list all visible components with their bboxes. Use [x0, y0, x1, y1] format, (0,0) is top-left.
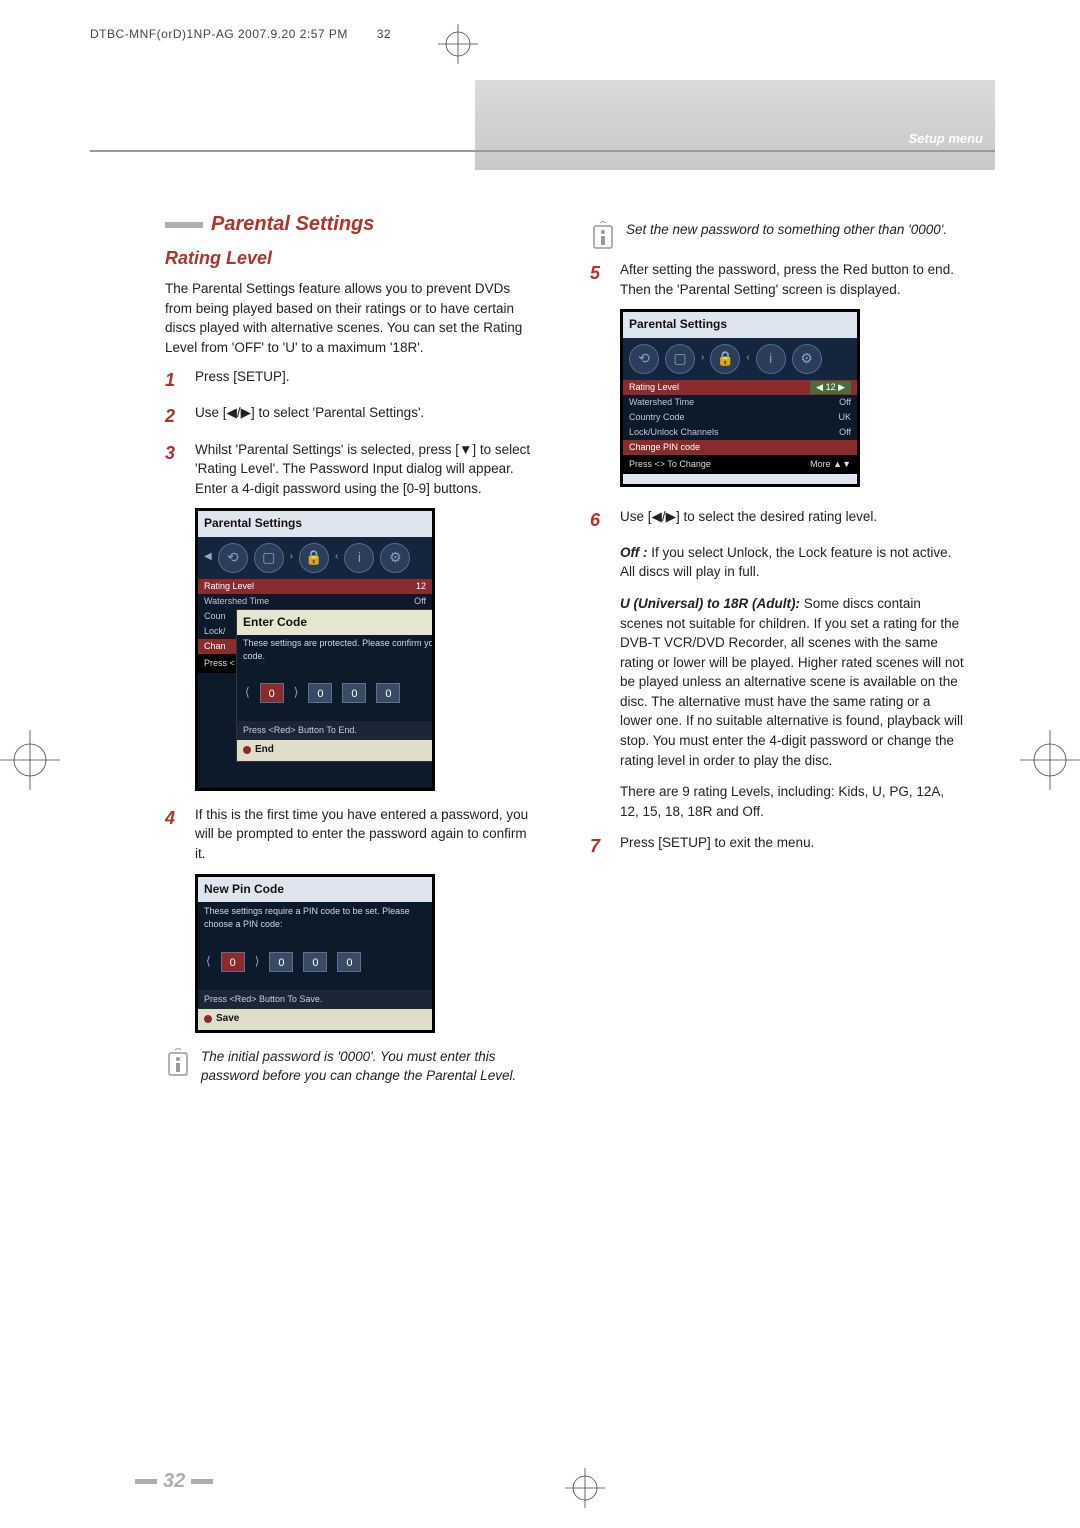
ss-more-bar: Press <> To ChangeMore ▲▼ — [623, 455, 857, 474]
u18r-body: Some discs contain scenes not suitable f… — [620, 596, 964, 768]
step-1-number: 1 — [165, 367, 183, 393]
pin-digit-4: 0 — [376, 683, 400, 703]
newpin-message: These settings require a PIN code to be … — [198, 902, 432, 934]
u18r-label: U (Universal) to 18R (Adult): — [620, 596, 800, 611]
ss-title-newpin: New Pin Code — [198, 877, 432, 902]
crop-mark-bottom — [565, 1468, 605, 1508]
step-3-body: Whilst 'Parental Settings' is selected, … — [195, 440, 540, 499]
page-number: 32 — [135, 1470, 213, 1493]
pin-digit-3: 0 — [303, 952, 327, 972]
note-initial-password: The initial password is '0000'. You must… — [165, 1047, 540, 1086]
step-7-body: Press [SETUP] to exit the menu. — [620, 833, 965, 859]
chevron-left-icon: ‹ — [335, 550, 338, 565]
chevron-right-icon: › — [701, 351, 704, 366]
red-dot-icon — [204, 1015, 212, 1023]
step-1-body: Press [SETUP]. — [195, 367, 540, 393]
chevron-right-icon: › — [290, 550, 293, 565]
tuning-icon: ⟲ — [629, 344, 659, 374]
chevron-left-icon: ◀ — [204, 550, 212, 565]
rating-levels-list: There are 9 rating Levels, including: Ki… — [620, 782, 965, 821]
u18r-description: U (Universal) to 18R (Adult): Some discs… — [620, 594, 965, 770]
screenshot-parental-list: Parental Settings ⟲ ▢ › 🔒 ‹ i ⚙ Rating L… — [620, 309, 860, 487]
lock-icon: 🔒 — [299, 543, 329, 573]
crop-mark-right — [1020, 730, 1080, 790]
info-icon: i — [344, 543, 374, 573]
step-7-number: 7 — [590, 833, 608, 859]
pin-digit-2: 0 — [269, 952, 293, 972]
ss-row-changepin-2: Change PIN code — [623, 440, 857, 455]
tuning-icon: ⟲ — [218, 543, 248, 573]
pin-digit-3: 0 — [342, 683, 366, 703]
heading-dash-icon — [165, 222, 203, 228]
off-label: Off : — [620, 545, 648, 560]
ss-title-parental-2: Parental Settings — [623, 312, 857, 337]
header-rule — [90, 150, 995, 152]
note-new-password: Set the new password to something other … — [590, 220, 965, 250]
pin-digit-1: 0 — [260, 683, 284, 703]
page-number-bar-icon — [135, 1479, 157, 1484]
note-2-body: Set the new password to something other … — [626, 220, 947, 250]
screen-icon: ▢ — [665, 344, 695, 374]
ss-row-watershed-2: Watershed TimeOff — [623, 395, 857, 410]
page-number-bar-icon — [191, 1479, 213, 1484]
chevron-left-icon: ⟨ — [245, 684, 250, 701]
modal-title: Enter Code — [237, 610, 435, 635]
chevron-right-icon: ⟩ — [255, 953, 260, 970]
info-note-icon — [165, 1047, 191, 1077]
intro-text: The Parental Settings feature allows you… — [165, 279, 540, 357]
ss-row-rating-2: Rating Level◀ 12 ▶ — [623, 380, 857, 395]
off-body: If you select Unlock, the Lock feature i… — [620, 545, 951, 580]
info-note-icon — [590, 220, 616, 250]
pin-digit-1: 0 — [221, 952, 245, 972]
settings-icon: ⚙ — [792, 344, 822, 374]
header-grey-bar — [475, 80, 995, 170]
crop-mark-top — [438, 24, 478, 64]
chevron-left-icon: ‹ — [746, 351, 749, 366]
step-6-body: Use [◀/▶] to select the desired rating l… — [620, 507, 965, 533]
step-2-number: 2 — [165, 403, 183, 429]
ss-tab-icons: ◀ ⟲ ▢ › 🔒 ‹ i ⚙ — [198, 537, 432, 579]
red-dot-icon — [243, 746, 251, 754]
step-2-body: Use [◀/▶] to select 'Parental Settings'. — [195, 403, 540, 429]
newpin-entry-row: ⟨ 0 ⟩ 0 0 0 — [198, 934, 432, 990]
modal-footer: Press <Red> Button To End. — [237, 721, 435, 740]
pin-entry-row: ⟨ 0 ⟩ 0 0 0 — [237, 665, 435, 721]
modal-end-bar: End — [237, 740, 435, 761]
screenshot-new-pin: New Pin Code These settings require a PI… — [195, 874, 435, 1033]
settings-icon: ⚙ — [380, 543, 410, 573]
step-6-number: 6 — [590, 507, 608, 533]
screen-icon: ▢ — [254, 543, 284, 573]
step-3-number: 3 — [165, 440, 183, 499]
subheading-rating-level: Rating Level — [165, 245, 540, 271]
step-4-body: If this is the first time you have enter… — [195, 805, 540, 864]
step-5-number: 5 — [590, 260, 608, 299]
off-description: Off : If you select Unlock, the Lock fea… — [620, 543, 965, 582]
chevron-right-icon: ⟩ — [294, 684, 299, 701]
pin-digit-4: 0 — [337, 952, 361, 972]
ss-tab-icons-2: ⟲ ▢ › 🔒 ‹ i ⚙ — [623, 338, 857, 380]
ss-row-watershed: Watershed TimeOff — [198, 594, 432, 609]
lock-icon: 🔒 — [710, 344, 740, 374]
ss-row-rating: Rating Level12 — [198, 579, 432, 594]
screenshot-parental-enter-code: Parental Settings ◀ ⟲ ▢ › 🔒 ‹ i ⚙ Rating… — [195, 508, 435, 791]
right-column: Set the new password to something other … — [590, 210, 965, 1418]
ss-row-country-2: Country CodeUK — [623, 410, 857, 425]
step-4-number: 4 — [165, 805, 183, 864]
crop-mark-left — [0, 730, 60, 790]
step-5-body: After setting the password, press the Re… — [620, 260, 965, 299]
pin-digit-2: 0 — [308, 683, 332, 703]
ss-title: Parental Settings — [198, 511, 432, 536]
enter-code-modal: Enter Code These settings are protected.… — [236, 609, 435, 762]
heading-parental-settings: Parental Settings — [211, 210, 374, 239]
newpin-footer: Press <Red> Button To Save. — [198, 990, 432, 1009]
ss-row-lock-2: Lock/Unlock ChannelsOff — [623, 425, 857, 440]
section-label: Setup menu — [909, 131, 983, 146]
info-icon: i — [756, 344, 786, 374]
newpin-end-bar: Save — [198, 1009, 432, 1030]
document-stamp: DTBC-MNF(orD)1NP-AG 2007.9.20 2:57 PM 32 — [85, 0, 995, 41]
modal-message: These settings are protected. Please con… — [237, 635, 435, 665]
note-1-body: The initial password is '0000'. You must… — [201, 1047, 540, 1086]
chevron-left-icon: ⟨ — [206, 953, 211, 970]
left-column: Parental Settings Rating Level The Paren… — [165, 210, 540, 1418]
